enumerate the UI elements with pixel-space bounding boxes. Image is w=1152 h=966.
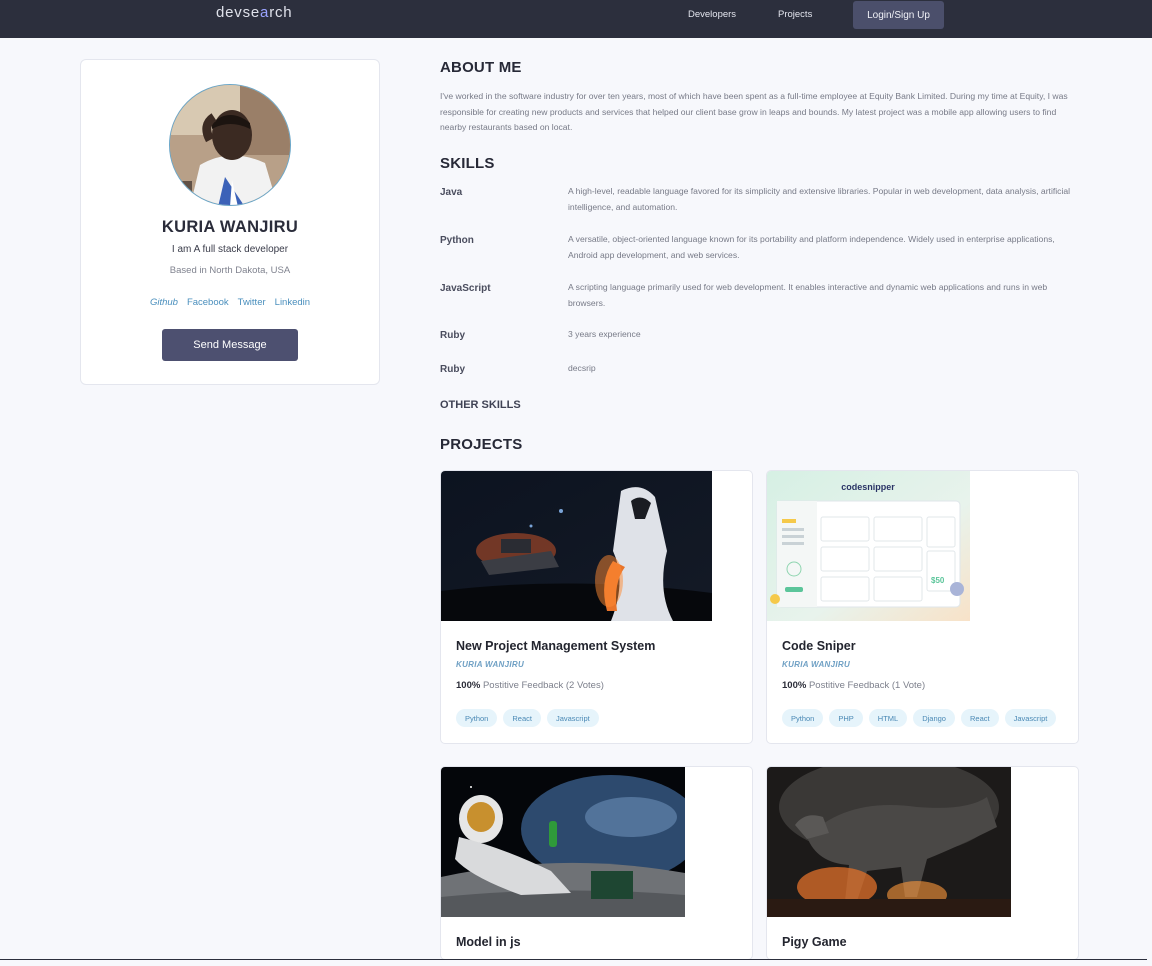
project-thumbnail xyxy=(441,767,685,917)
linkedin-link[interactable]: Linkedin xyxy=(275,297,310,308)
tag: React xyxy=(503,709,541,727)
project-thumbnail: codesnipper $50 xyxy=(767,471,970,621)
login-signup-button[interactable]: Login/Sign Up xyxy=(853,1,944,29)
devsearch-logo[interactable]: devsearch xyxy=(216,4,292,21)
github-link[interactable]: Github xyxy=(150,297,178,308)
other-skills-title: OTHER SKILLS xyxy=(440,399,521,411)
about-title: ABOUT ME xyxy=(440,59,522,76)
tag: Javascript xyxy=(1004,709,1057,727)
tag: Django xyxy=(913,709,955,727)
tag: React xyxy=(960,709,999,727)
project-tags: Python React Javascript xyxy=(456,709,599,727)
bottom-divider xyxy=(0,959,1147,960)
profile-role: I am A full stack developer xyxy=(171,244,289,255)
project-thumbnail xyxy=(441,471,712,621)
project-title[interactable]: Pigy Game xyxy=(782,935,847,949)
project-card[interactable]: Pigy Game xyxy=(766,766,1079,960)
top-nav-bar: devsearch Developers Projects Login/Sign… xyxy=(0,0,1152,38)
project-feedback: 100% Postitive Feedback (2 Votes) xyxy=(456,680,604,691)
profile-card: KURIA WANJIRU I am A full stack develope… xyxy=(80,59,380,385)
skill-description: A high-level, readable language favored … xyxy=(568,186,1071,212)
skill-description: A versatile, object-oriented language kn… xyxy=(568,234,1055,260)
skill-name: Ruby xyxy=(440,364,465,375)
project-tags: Python PHP HTML Django React Javascript xyxy=(782,709,1057,727)
facebook-link[interactable]: Facebook xyxy=(187,297,229,308)
tag: Python xyxy=(782,709,824,727)
project-feedback: 100% Postitive Feedback (1 Vote) xyxy=(782,680,926,691)
send-message-button[interactable]: Send Message xyxy=(162,329,298,361)
project-card[interactable]: codesnipper $50 Code Sniper KURIA WANJIR… xyxy=(766,470,1079,744)
price-label: $50 xyxy=(931,576,945,585)
codesnipper-logo: codesnipper xyxy=(841,482,895,492)
about-text: I've worked in the software industry for… xyxy=(440,91,1068,132)
project-title[interactable]: New Project Management System xyxy=(456,639,655,653)
skill-description: 3 years experience xyxy=(568,329,641,339)
project-author[interactable]: KURIA WANJIRU xyxy=(782,660,850,669)
project-title[interactable]: Model in js xyxy=(456,935,521,949)
skill-name: Java xyxy=(440,187,463,198)
social-links: Github Facebook Twitter Linkedin xyxy=(81,297,379,308)
tag: Javascript xyxy=(546,709,599,727)
skill-description: decsrip xyxy=(568,363,596,373)
skill-name: JavaScript xyxy=(440,283,491,294)
nav-developers[interactable]: Developers xyxy=(688,9,736,20)
profile-location: Based in North Dakota, USA xyxy=(169,265,291,276)
tag: HTML xyxy=(868,709,908,727)
tag: PHP xyxy=(829,709,863,727)
skill-name: Python xyxy=(440,235,474,246)
profile-name: KURIA WANJIRU xyxy=(161,218,299,236)
skills-title: SKILLS xyxy=(440,155,495,172)
skill-name: Ruby xyxy=(440,330,465,341)
profile-avatar xyxy=(169,84,291,206)
tag: Python xyxy=(456,709,498,727)
project-title[interactable]: Code Sniper xyxy=(782,639,856,653)
project-author[interactable]: KURIA WANJIRU xyxy=(456,660,524,669)
projects-title: PROJECTS xyxy=(440,436,523,453)
twitter-link[interactable]: Twitter xyxy=(238,297,266,308)
skill-description: A scripting language primarily used for … xyxy=(568,282,1048,308)
project-card[interactable]: New Project Management System KURIA WANJ… xyxy=(440,470,753,744)
project-card[interactable]: Model in js xyxy=(440,766,753,960)
nav-projects[interactable]: Projects xyxy=(778,9,812,20)
project-thumbnail xyxy=(767,767,1011,917)
